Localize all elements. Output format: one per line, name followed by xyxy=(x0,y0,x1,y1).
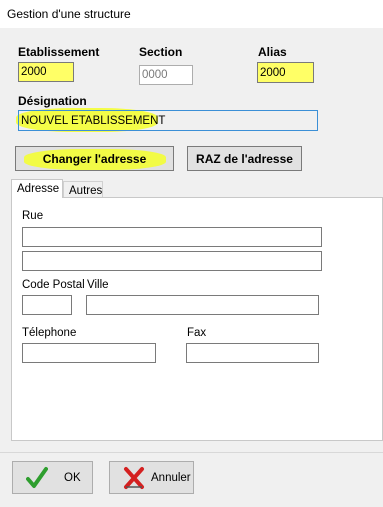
code-postal-label: Code Postal xyxy=(22,279,85,291)
etablissement-label: Etablissement xyxy=(18,45,100,59)
section-label: Section xyxy=(139,45,183,59)
etablissement-input[interactable] xyxy=(18,62,74,82)
telephone-input[interactable] xyxy=(22,343,156,363)
ville-input[interactable] xyxy=(86,295,319,315)
ok-button[interactable]: OK xyxy=(12,461,93,494)
fax-label: Fax xyxy=(187,327,207,339)
rue-line1-input[interactable] xyxy=(22,227,322,247)
rue-label: Rue xyxy=(22,210,44,222)
alias-input[interactable] xyxy=(257,62,314,83)
red-x-icon xyxy=(124,467,144,489)
change-address-label: Changer l'adresse xyxy=(42,152,147,166)
rue-line2-input[interactable] xyxy=(22,251,322,271)
code-postal-input[interactable] xyxy=(22,295,72,315)
reset-address-button[interactable]: RAZ de l'adresse xyxy=(187,146,302,171)
footer-divider xyxy=(0,452,383,453)
reset-address-label: RAZ de l'adresse xyxy=(196,152,293,166)
window-title: Gestion d'une structure xyxy=(7,7,131,21)
designation-label: Désignation xyxy=(18,94,87,108)
tab-autres[interactable]: Autres xyxy=(63,181,103,197)
tab-adresse[interactable]: Adresse xyxy=(11,179,63,198)
cancel-button[interactable]: Annuler xyxy=(109,461,194,494)
designation-input[interactable] xyxy=(18,110,318,131)
cancel-label: Annuler xyxy=(151,472,191,484)
change-address-button[interactable]: Changer l'adresse xyxy=(15,146,174,171)
telephone-label: Télephone xyxy=(22,327,77,339)
checkmark-icon xyxy=(26,467,48,488)
alias-label: Alias xyxy=(258,45,287,59)
section-input[interactable] xyxy=(139,65,193,85)
ok-label: OK xyxy=(64,472,81,484)
ville-label: Ville xyxy=(87,279,109,291)
fax-input[interactable] xyxy=(186,343,319,363)
